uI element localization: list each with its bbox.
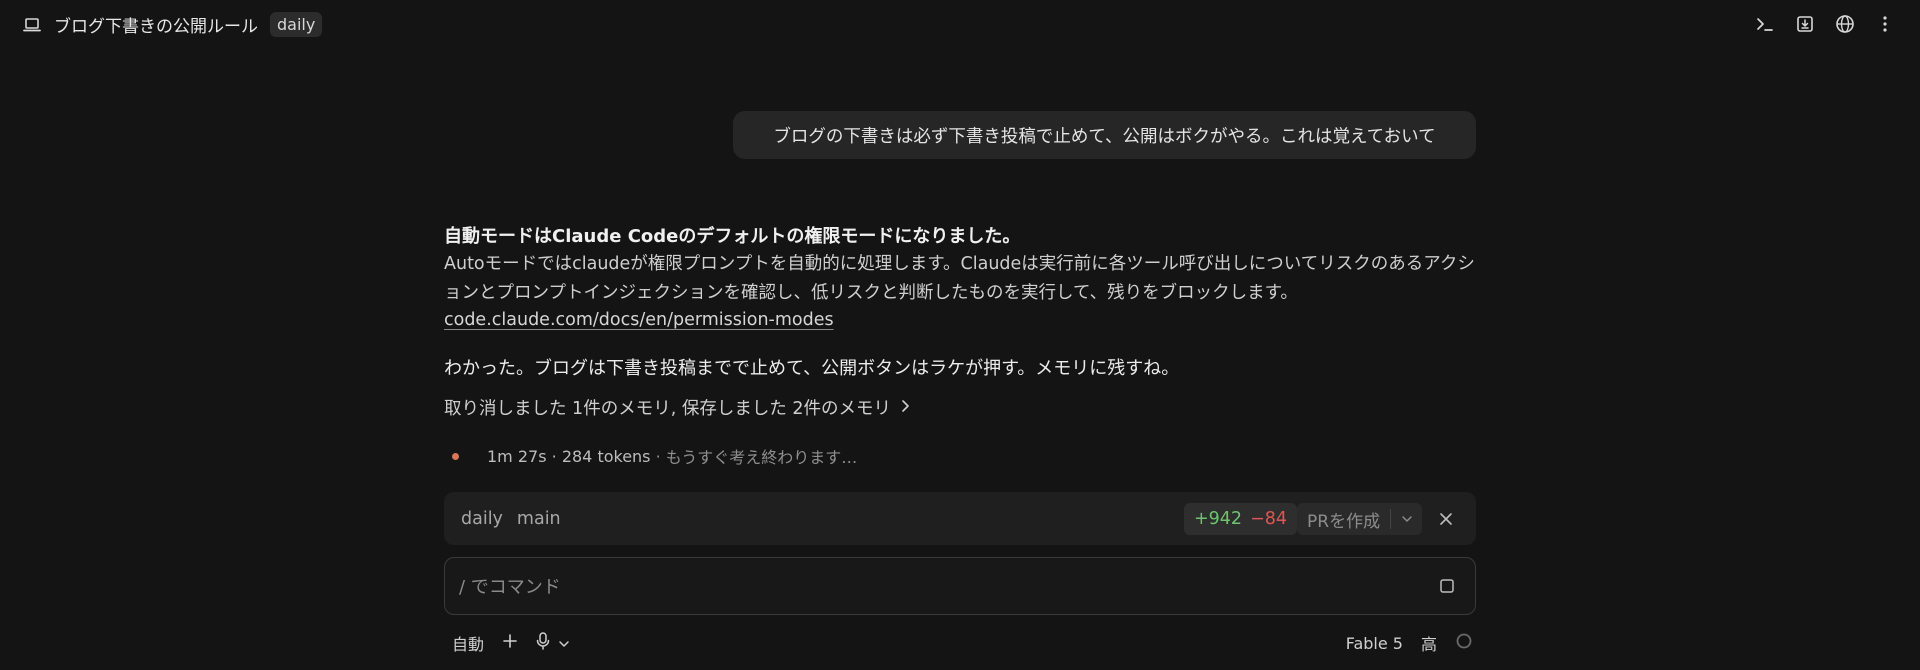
globe-icon[interactable]	[1834, 13, 1856, 35]
permission-modes-link[interactable]: code.claude.com/docs/en/permission-modes	[444, 310, 834, 330]
composer-footer-right: Fable 5 高	[1346, 630, 1473, 656]
create-pr-button[interactable]: PRを作成	[1297, 503, 1423, 535]
memory-summary[interactable]: 取り消しました 1件のメモリ, 保存しました 2件のメモリ	[444, 395, 911, 420]
workspace-name: daily	[461, 508, 503, 529]
workspace-tag[interactable]: daily	[270, 12, 323, 37]
separator: ·	[650, 446, 666, 466]
branch-name[interactable]: main	[517, 509, 561, 529]
mode-selector[interactable]: 自動	[452, 631, 484, 655]
token-count: 284 tokens	[561, 446, 651, 466]
chevron-down-icon	[558, 634, 570, 653]
composer	[444, 557, 1476, 616]
chevron-right-icon	[899, 398, 911, 418]
close-icon[interactable]	[1435, 508, 1457, 530]
more-vertical-icon[interactable]	[1874, 13, 1896, 35]
progress-ring-icon[interactable]	[1455, 632, 1473, 654]
composer-footer-left: 自動	[452, 630, 570, 656]
branch-bar: daily main +942 −84 PRを作成	[444, 492, 1476, 545]
model-selector[interactable]: Fable 5	[1346, 634, 1403, 653]
plus-icon[interactable]	[502, 633, 518, 653]
top-bar: ブログ下書きの公開ルール daily	[0, 0, 1920, 50]
status-message: もうすぐ考え終わります…	[665, 448, 858, 467]
elapsed-time: 1m 27s	[487, 446, 547, 466]
microphone-icon	[536, 632, 550, 654]
stop-icon[interactable]	[1439, 578, 1455, 594]
notice-title: 自動モードはClaude Codeのデフォルトの権限モードになりました。	[444, 226, 1021, 247]
separator: ·	[546, 446, 562, 466]
download-panel-icon[interactable]	[1794, 13, 1816, 35]
assistant-reply: わかった。ブログは下書き投稿までで止めて、公開ボタンはラケが押す。メモリに残すね…	[444, 358, 1180, 379]
effort-selector[interactable]: 高	[1421, 631, 1437, 655]
top-actions	[1754, 13, 1896, 35]
terminal-icon[interactable]	[1754, 13, 1776, 35]
microphone-button[interactable]	[536, 632, 570, 654]
notice-body: Autoモードではclaudeが権限プロンプトを自動的に処理します。Claude…	[444, 254, 1475, 303]
user-message: ブログの下書きは必ず下書き投稿で止めて、公開はボクがやる。これは覚えておいて	[733, 111, 1476, 159]
diff-stats[interactable]: +942 −84	[1184, 503, 1298, 535]
deletions-count: −84	[1250, 509, 1288, 529]
laptop-icon	[22, 15, 42, 35]
conversation-title[interactable]: ブログ下書きの公開ルール	[54, 12, 258, 37]
create-pr-label[interactable]: PRを作成	[1297, 503, 1390, 535]
title-area: ブログ下書きの公開ルール daily	[22, 12, 323, 37]
branch-info: daily main	[461, 492, 561, 545]
chevron-down-icon[interactable]	[1391, 503, 1422, 535]
thinking-status: 1m 27s · 284 tokens · もうすぐ考え終わります…	[452, 444, 857, 468]
additions-count: +942	[1194, 509, 1243, 529]
memory-summary-label: 取り消しました 1件のメモリ, 保存しました 2件のメモリ	[444, 399, 892, 419]
command-input[interactable]	[457, 558, 1361, 616]
status-dot-icon	[452, 452, 459, 460]
